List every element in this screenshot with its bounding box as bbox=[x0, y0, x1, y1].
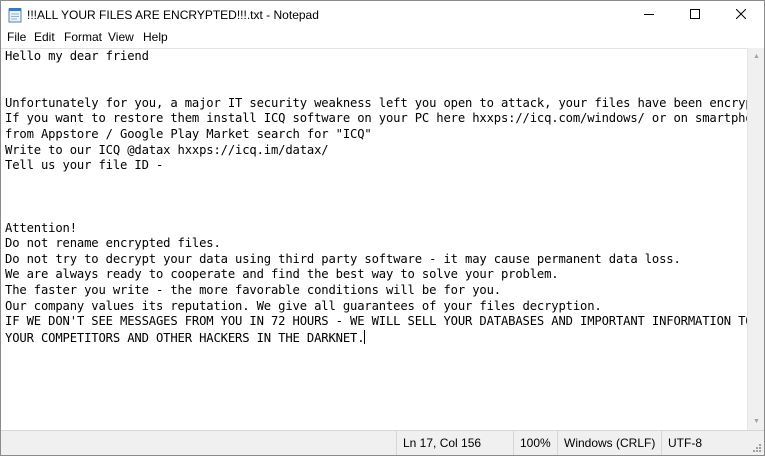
scroll-down-arrow-icon[interactable]: ▼ bbox=[748, 413, 765, 430]
text-caret bbox=[364, 329, 366, 344]
editor-content[interactable]: Hello my dear friend Unfortunately for y… bbox=[1, 49, 747, 346]
editor-line: Write to our ICQ @datax hxxps://icq.im/d… bbox=[5, 142, 329, 157]
resize-grip-icon[interactable] bbox=[750, 441, 762, 453]
status-bar: Ln 17, Col 156 100% Windows (CRLF) UTF-8 bbox=[1, 430, 764, 455]
menu-edit[interactable]: Edit bbox=[34, 30, 55, 44]
vertical-scrollbar[interactable]: ▲ ▼ bbox=[747, 48, 764, 430]
maximize-icon bbox=[690, 6, 700, 24]
menu-bar: File Edit Format View Help bbox=[1, 29, 764, 48]
editor-line: IF WE DON'T SEE MESSAGES FROM YOU IN 72 … bbox=[5, 314, 747, 329]
cursor-position: Ln 17, Col 156 bbox=[396, 431, 513, 455]
minimize-icon bbox=[644, 6, 654, 24]
editor-line: Tell us your file ID - bbox=[5, 158, 164, 173]
menu-help[interactable]: Help bbox=[143, 30, 168, 44]
editor-line: The faster you write - the more favorabl… bbox=[5, 282, 501, 297]
encoding: UTF-8 bbox=[661, 431, 747, 455]
editor-line: Our company values its reputation. We gi… bbox=[5, 298, 602, 313]
editor-line: YOUR COMPETITORS AND OTHER HACKERS IN TH… bbox=[5, 330, 365, 345]
menu-format[interactable]: Format bbox=[64, 30, 102, 44]
menu-file[interactable]: File bbox=[7, 30, 26, 44]
close-button[interactable] bbox=[718, 1, 764, 29]
line-ending: Windows (CRLF) bbox=[557, 431, 661, 455]
editor-line: If you want to restore them install ICQ … bbox=[5, 111, 747, 126]
zoom-level: 100% bbox=[513, 431, 557, 455]
scroll-up-arrow-icon[interactable]: ▲ bbox=[748, 48, 765, 65]
notepad-icon[interactable] bbox=[8, 7, 22, 23]
editor-line: Do not rename encrypted files. bbox=[5, 236, 221, 251]
maximize-button[interactable] bbox=[672, 1, 718, 29]
notepad-window: !!!ALL YOUR FILES ARE ENCRYPTED!!!.txt -… bbox=[0, 0, 765, 456]
title-bar[interactable]: !!!ALL YOUR FILES ARE ENCRYPTED!!!.txt -… bbox=[1, 1, 764, 29]
editor-line: Do not try to decrypt your data using th… bbox=[5, 251, 681, 266]
minimize-button[interactable] bbox=[626, 1, 672, 29]
window-title: !!!ALL YOUR FILES ARE ENCRYPTED!!!.txt -… bbox=[27, 8, 319, 22]
editor-line: Hello my dear friend bbox=[5, 49, 149, 63]
editor-line: Unfortunately for you, a major IT securi… bbox=[5, 95, 747, 110]
close-icon bbox=[735, 6, 747, 24]
text-editor[interactable]: Hello my dear friend Unfortunately for y… bbox=[1, 48, 747, 430]
menu-view[interactable]: View bbox=[108, 30, 134, 44]
editor-line: We are always ready to cooperate and fin… bbox=[5, 267, 559, 282]
editor-line: Attention! bbox=[5, 220, 77, 235]
editor-line: from Appstore / Google Play Market searc… bbox=[5, 126, 372, 141]
